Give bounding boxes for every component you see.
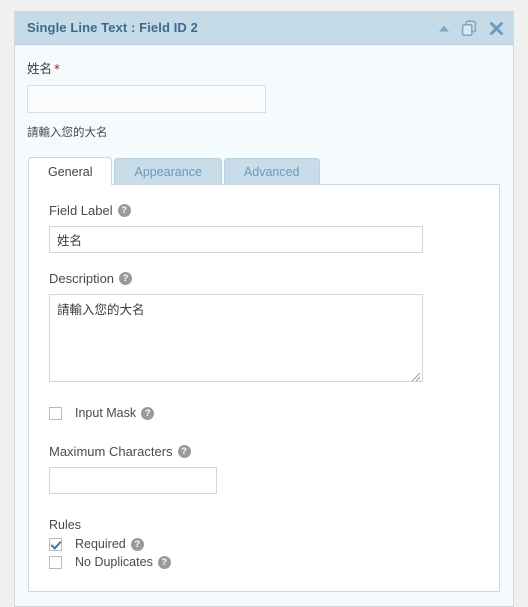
preview-description: 請輸入您的大名 [27,125,108,139]
preview-text-input[interactable] [27,85,266,113]
field-label-caption-text: Field Label [49,203,113,218]
panel-footer [15,592,513,606]
no-duplicates-checkbox[interactable] [49,555,62,569]
field-settings-panel: Single Line Text : Field ID 2 姓名 * 請輸入您的… [14,11,514,607]
required-checkbox[interactable] [49,537,62,551]
tabs-wrap: General Appearance Advanced [15,156,513,185]
input-mask-label: Input Mask [75,406,137,420]
no-duplicates-label: No Duplicates [75,555,153,569]
input-mask-row: Input Mask ? [49,406,479,420]
required-asterisk: * [54,62,61,76]
field-label-caption: Field Label ? [49,203,479,218]
help-icon-no-duplicates[interactable]: ? [157,555,171,569]
help-icon-input-mask[interactable]: ? [141,406,155,420]
description-box [49,294,423,382]
maximum-characters-input[interactable] [49,467,217,494]
help-icon-field-label[interactable]: ? [117,204,131,217]
required-label: Required [75,537,126,551]
maximum-characters-caption: Maximum Characters ? [49,444,479,459]
field-label-input[interactable] [49,226,423,253]
description-caption: Description ? [49,271,479,286]
description-caption-text: Description [49,271,115,286]
input-mask-checkbox[interactable] [49,406,62,420]
preview-field-label: 姓名 * [27,58,501,77]
rules-heading: Rules [49,518,81,532]
panel-title: Single Line Text : Field ID 2 [27,20,198,35]
panel-header: Single Line Text : Field ID 2 [15,12,513,45]
header-tools [438,12,504,45]
help-icon-description[interactable]: ? [119,272,133,285]
rule-row-required: Required ? [49,537,479,551]
tab-appearance[interactable]: Appearance [114,158,222,184]
caret-up-icon[interactable] [438,24,450,33]
tab-row: General Appearance Advanced [28,156,500,185]
help-icon-required[interactable]: ? [130,537,144,551]
rule-row-no-duplicates: No Duplicates ? [49,555,479,569]
tab-panel-general: Field Label ? Description ? Input Mask ?… [28,184,500,592]
help-icon-maximum-characters[interactable]: ? [177,445,191,458]
field-preview: 姓名 * 請輸入您的大名 [15,45,513,154]
preview-label-text: 姓名 [27,61,53,76]
maximum-characters-caption-text: Maximum Characters [49,444,173,459]
tab-advanced[interactable]: Advanced [223,158,320,184]
close-icon[interactable] [489,21,504,36]
duplicate-icon[interactable] [461,20,478,37]
tab-general[interactable]: General [28,157,113,185]
description-textarea[interactable] [49,294,423,382]
